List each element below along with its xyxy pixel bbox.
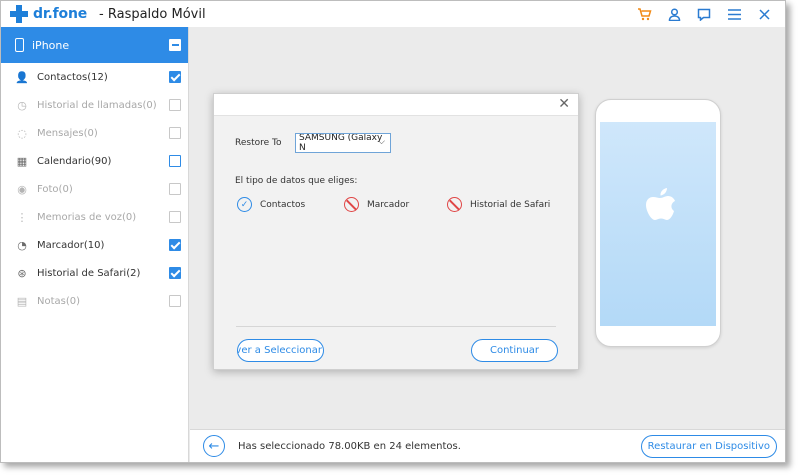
check-circle-icon: ✓ bbox=[237, 197, 252, 212]
clock-icon: ◷ bbox=[17, 98, 27, 112]
not-allowed-icon bbox=[447, 197, 462, 212]
sidebar-item-checkbox bbox=[169, 295, 181, 307]
sidebar: iPhone 👤 Contactos(12) ◷ Historial de llama… bbox=[1, 27, 189, 462]
continue-button[interactable]: Continuar bbox=[471, 339, 558, 362]
data-types-row: ✓ Contactos Marcador Historial de Safari bbox=[237, 197, 567, 217]
sidebar-item[interactable]: ◷ Historial de llamadas(0) bbox=[1, 91, 188, 119]
restore-to-label: Restore To bbox=[235, 138, 282, 148]
sidebar-item-label: Historial de Safari(2) bbox=[37, 267, 141, 279]
data-types-title: El tipo de datos que eliges: bbox=[235, 176, 358, 186]
sidebar-item-checkbox[interactable] bbox=[169, 267, 181, 279]
back-to-select-button[interactable]: olver a Seleccionar bbox=[237, 339, 324, 362]
compass-icon: ⊛ bbox=[17, 266, 27, 280]
data-type-item: Historial de Safari bbox=[447, 197, 550, 212]
restore-to-device-button[interactable]: Restaurar en Dispositivo bbox=[640, 435, 777, 458]
apple-logo-icon bbox=[646, 188, 675, 220]
data-type-item: Marcador bbox=[344, 197, 409, 212]
window-title: - Raspaldo Móvil bbox=[99, 6, 206, 22]
drfone-logo: dr.fone bbox=[10, 5, 87, 23]
message-icon: ◌ bbox=[17, 126, 27, 140]
app-window: dr.fone - Raspaldo Móvil iPhone 👤 Contac… bbox=[0, 0, 786, 463]
sidebar-item-label: Contactos(12) bbox=[37, 71, 108, 83]
calendar-icon: ▦ bbox=[16, 154, 28, 168]
sidebar-item-checkbox bbox=[169, 127, 181, 139]
title-bar: dr.fone - Raspaldo Móvil bbox=[1, 1, 785, 27]
sidebar-item-label: Calendario(90) bbox=[37, 155, 112, 167]
sidebar-item-label: Mensajes(0) bbox=[37, 127, 98, 139]
restore-to-row: Restore To SAMSUNG (Galaxy N ⌵ bbox=[235, 133, 391, 153]
bottom-bar: ← Has seleccionado 78.00KB en 24 element… bbox=[190, 429, 785, 462]
sidebar-item-label: Notas(0) bbox=[37, 295, 81, 307]
sidebar-item-checkbox[interactable] bbox=[169, 239, 181, 251]
brand-name: dr.fone bbox=[33, 6, 88, 22]
back-to-select-label: olver a Seleccionar bbox=[237, 345, 322, 356]
sidebar-item[interactable]: ◌ Mensajes(0) bbox=[1, 119, 188, 147]
selection-status: Has seleccionado 78.00KB en 24 elementos… bbox=[238, 440, 461, 452]
chevron-down-icon: ⌵ bbox=[378, 137, 385, 147]
sidebar-item[interactable]: ▦ Calendario(90) bbox=[1, 147, 188, 175]
sidebar-item-checkbox bbox=[169, 211, 181, 223]
person-icon: 👤 bbox=[15, 70, 29, 84]
data-type-label: Contactos bbox=[260, 199, 306, 210]
plus-logo-icon bbox=[10, 5, 28, 23]
title-actions bbox=[629, 1, 779, 27]
data-type-item: ✓ Contactos bbox=[237, 197, 305, 212]
sidebar-item-checkbox bbox=[169, 183, 181, 195]
back-arrow-icon[interactable]: ← bbox=[203, 435, 225, 457]
not-allowed-icon bbox=[344, 197, 359, 212]
sidebar-item-checkbox bbox=[169, 99, 181, 111]
notes-icon: ▤ bbox=[16, 294, 28, 308]
restore-dialog: ✕ Restore To SAMSUNG (Galaxy N ⌵ El tipo… bbox=[213, 93, 579, 370]
sidebar-item[interactable]: ◉ Foto(0) bbox=[1, 175, 188, 203]
sidebar-item[interactable]: ◔ Marcador(10) bbox=[1, 231, 188, 259]
sidebar-item[interactable]: ⊛ Historial de Safari(2) bbox=[1, 259, 188, 287]
data-type-label: Historial de Safari bbox=[470, 199, 551, 210]
dialog-header: ✕ bbox=[214, 94, 578, 116]
data-type-label: Marcador bbox=[367, 199, 410, 210]
bookmark-icon: ◔ bbox=[17, 238, 27, 252]
close-icon[interactable] bbox=[749, 1, 779, 27]
select-all-checkbox[interactable] bbox=[169, 39, 181, 51]
cart-icon[interactable] bbox=[629, 1, 659, 27]
device-name: iPhone bbox=[32, 38, 70, 52]
camera-icon: ◉ bbox=[17, 182, 27, 196]
target-device-value: SAMSUNG (Galaxy N bbox=[299, 133, 383, 153]
category-list: 👤 Contactos(12) ◷ Historial de llamadas(0) ◌… bbox=[1, 63, 188, 315]
sidebar-item-label: Historial de llamadas(0) bbox=[37, 99, 157, 111]
sidebar-item-label: Foto(0) bbox=[37, 183, 73, 195]
waveform-icon: ⋮ bbox=[16, 210, 28, 224]
phone-illustration bbox=[595, 99, 721, 347]
device-header[interactable]: iPhone bbox=[1, 27, 188, 63]
restore-to-device-label: Restaurar en Dispositivo bbox=[647, 441, 770, 452]
sidebar-item[interactable]: ⋮ Memorias de voz(0) bbox=[1, 203, 188, 231]
sidebar-item-label: Memorias de voz(0) bbox=[37, 211, 137, 223]
target-device-select[interactable]: SAMSUNG (Galaxy N ⌵ bbox=[295, 133, 391, 153]
dialog-close-icon[interactable]: ✕ bbox=[558, 96, 570, 112]
feedback-icon[interactable] bbox=[689, 1, 719, 27]
sidebar-item[interactable]: 👤 Contactos(12) bbox=[1, 63, 188, 91]
sidebar-item-checkbox[interactable] bbox=[169, 71, 181, 83]
phone-screen bbox=[600, 122, 716, 326]
sidebar-item[interactable]: ▤ Notas(0) bbox=[1, 287, 188, 315]
sidebar-item-label: Marcador(10) bbox=[37, 239, 105, 251]
user-icon[interactable] bbox=[659, 1, 689, 27]
dialog-divider bbox=[236, 326, 556, 327]
sidebar-item-checkbox[interactable] bbox=[169, 155, 181, 167]
phone-icon bbox=[15, 38, 24, 52]
menu-icon[interactable] bbox=[719, 1, 749, 27]
continue-label: Continuar bbox=[489, 345, 540, 356]
